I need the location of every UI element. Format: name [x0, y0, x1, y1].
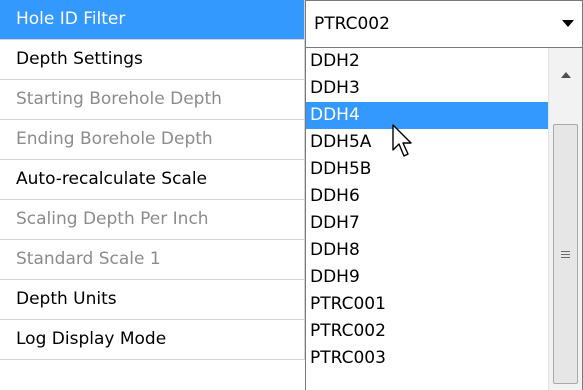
property-label-standard-scale-1: Standard Scale 1 [0, 240, 305, 279]
chevron-down-icon[interactable] [562, 20, 574, 27]
scroll-up-arrow-icon[interactable] [561, 72, 571, 78]
mouse-pointer-icon [392, 124, 412, 157]
property-label-depth-settings[interactable]: Depth Settings [0, 40, 305, 79]
property-label-scaling-depth-per-inch: Scaling Depth Per Inch [0, 200, 305, 239]
dropdown-option[interactable]: PTRC001 [306, 291, 548, 318]
dropdown-option[interactable]: PTRC003 [306, 345, 548, 372]
dropdown-option[interactable]: DDH5A [306, 129, 548, 156]
dropdown-option[interactable]: DDH3 [306, 75, 548, 102]
property-label-ending-borehole-depth: Ending Borehole Depth [0, 120, 305, 159]
grip-line-icon [561, 257, 570, 258]
combobox-value: PTRC002 [314, 14, 390, 34]
property-label-depth-units[interactable]: Depth Units [0, 280, 305, 319]
property-label-hole-id-filter[interactable]: Hole ID Filter [0, 0, 305, 39]
dropdown-option[interactable]: DDH9 [306, 264, 548, 291]
dropdown-option[interactable]: DDH5B [306, 156, 548, 183]
dropdown-option[interactable]: PTRC002 [306, 318, 548, 345]
dropdown-options: DDH2 DDH3 DDH4 DDH5A DDH5B DDH6 DDH7 DDH… [306, 48, 548, 372]
dropdown-option[interactable]: DDH2 [306, 48, 548, 75]
property-label-starting-borehole-depth: Starting Borehole Depth [0, 80, 305, 119]
scroll-thumb[interactable] [553, 124, 578, 384]
dropdown-option[interactable]: DDH6 [306, 183, 548, 210]
dropdown-option-hovered[interactable]: DDH4 [306, 102, 548, 129]
dropdown-option[interactable]: DDH8 [306, 237, 548, 264]
grip-line-icon [561, 254, 570, 255]
hole-id-combobox[interactable]: PTRC002 [305, 0, 583, 48]
hole-id-dropdown-list[interactable]: DDH2 DDH3 DDH4 DDH5A DDH5B DDH6 DDH7 DDH… [305, 48, 583, 390]
grip-line-icon [561, 251, 570, 252]
dropdown-scrollbar[interactable] [548, 48, 582, 390]
dropdown-option[interactable]: DDH7 [306, 210, 548, 237]
property-label-log-display-mode[interactable]: Log Display Mode [0, 320, 305, 359]
property-label-auto-recalculate-scale[interactable]: Auto-recalculate Scale [0, 160, 305, 199]
